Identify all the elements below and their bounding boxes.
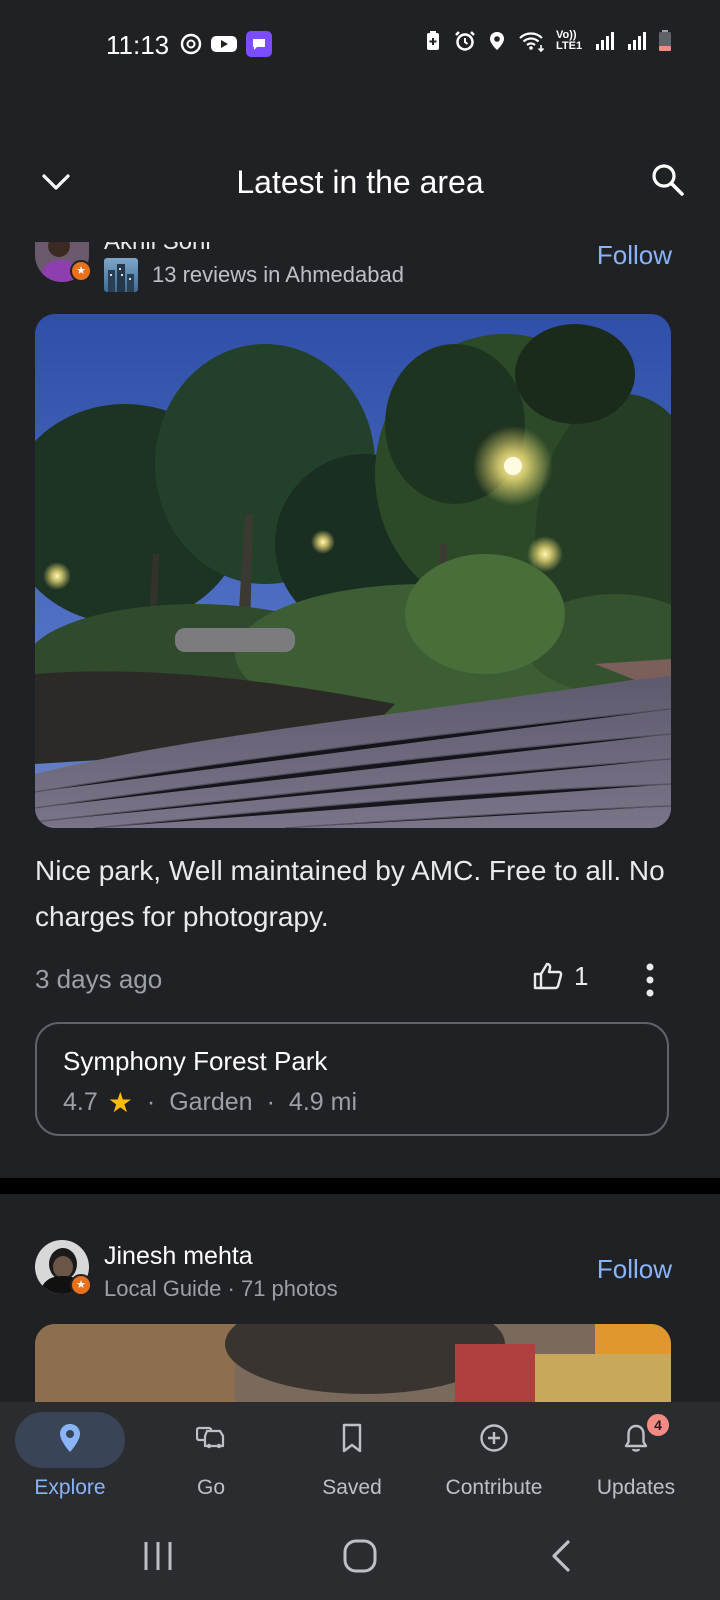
more-options-icon[interactable]	[640, 960, 660, 1000]
message-icon	[246, 31, 272, 57]
thumbs-up-icon	[533, 962, 563, 990]
nav-item-updates[interactable]: 4 Updates	[571, 1410, 701, 1510]
nav-label: Updates	[596, 1476, 676, 1499]
place-rating: 4.7	[63, 1088, 98, 1116]
status-bar: 11:13 Vo)) LTE1	[0, 0, 720, 90]
park-photo-image	[35, 314, 671, 828]
review-photo-image	[35, 1324, 671, 1402]
volte-indicator: Vo)) LTE1	[556, 29, 583, 52]
search-icon[interactable]	[648, 160, 688, 200]
like-count: 1	[574, 960, 589, 991]
location-icon	[490, 32, 504, 50]
author-name[interactable]: Akhil Soni	[104, 242, 211, 256]
author-stats: Local Guide · 71 photos	[104, 1276, 338, 1301]
notification-badge: 4	[645, 1412, 671, 1438]
home-icon[interactable]	[340, 1536, 380, 1576]
top-app-bar: Latest in the area	[0, 120, 720, 242]
status-time: 11:13	[106, 30, 170, 60]
follow-button[interactable]: Follow	[597, 242, 672, 271]
place-card[interactable]: Symphony Forest Park 4.7 ★ · Garden · 4.…	[35, 1022, 669, 1136]
car-icon	[196, 1426, 225, 1449]
city-icon	[104, 258, 138, 292]
alarm-icon	[455, 31, 475, 51]
place-name: Symphony Forest Park	[63, 1046, 328, 1076]
bookmark-icon	[342, 1423, 362, 1453]
location-pin-icon	[60, 1424, 80, 1452]
nav-label: Contribute	[445, 1476, 543, 1499]
battery-saver-icon	[427, 31, 439, 50]
author-name[interactable]: Jinesh mehta	[104, 1242, 253, 1271]
battery-low-icon	[659, 30, 671, 51]
back-icon[interactable]	[542, 1536, 582, 1576]
place-category: Garden	[169, 1088, 253, 1116]
star-icon: ★	[107, 1087, 133, 1118]
nav-item-saved[interactable]: Saved	[287, 1410, 417, 1510]
author-stats: 13 reviews in Ahmedabad	[104, 258, 404, 292]
meta-separator: ·	[266, 1088, 275, 1116]
recent-apps-icon[interactable]	[138, 1536, 178, 1576]
bottom-navigation: Explore Go Saved Contribute 4 Updates	[0, 1402, 720, 1510]
nav-label: Explore	[34, 1476, 106, 1499]
reviews-count: 13 reviews in Ahmedabad	[152, 262, 404, 287]
signal-icon	[596, 32, 614, 50]
local-guide-badge: ★	[70, 1274, 92, 1296]
status-notification-icons	[180, 31, 272, 57]
local-guide-badge: ★	[70, 260, 92, 282]
review-photo[interactable]	[35, 1324, 671, 1402]
feed[interactable]: ★ Akhil Soni 13 reviews in Ahmedabad Fol…	[0, 242, 720, 1402]
system-navigation-bar	[0, 1510, 720, 1600]
page-title: Latest in the area	[236, 164, 484, 200]
threads-icon	[180, 33, 202, 55]
add-circle-icon	[480, 1424, 508, 1452]
follow-button[interactable]: Follow	[597, 1254, 672, 1285]
signal-icon	[628, 32, 646, 50]
status-system-icons: Vo)) LTE1	[422, 30, 672, 52]
place-meta: 4.7 ★ · Garden · 4.9 mi	[63, 1086, 357, 1119]
nav-item-explore[interactable]: Explore	[5, 1410, 135, 1510]
nav-label: Go	[196, 1476, 225, 1499]
wifi-icon	[519, 32, 545, 52]
nav-label: Saved	[322, 1476, 382, 1499]
youtube-icon	[211, 36, 237, 52]
nav-item-contribute[interactable]: Contribute	[429, 1410, 559, 1510]
post-divider	[0, 1178, 720, 1194]
review-photo[interactable]	[35, 314, 671, 828]
review-text: Nice park, Well maintained by AMC. Free …	[35, 855, 665, 932]
meta-separator: ·	[146, 1088, 156, 1116]
nav-item-go[interactable]: Go	[146, 1410, 276, 1510]
place-distance: 4.9 mi	[288, 1088, 358, 1116]
post-timestamp: 3 days ago	[35, 964, 163, 994]
like-button[interactable]: 1	[532, 960, 588, 992]
